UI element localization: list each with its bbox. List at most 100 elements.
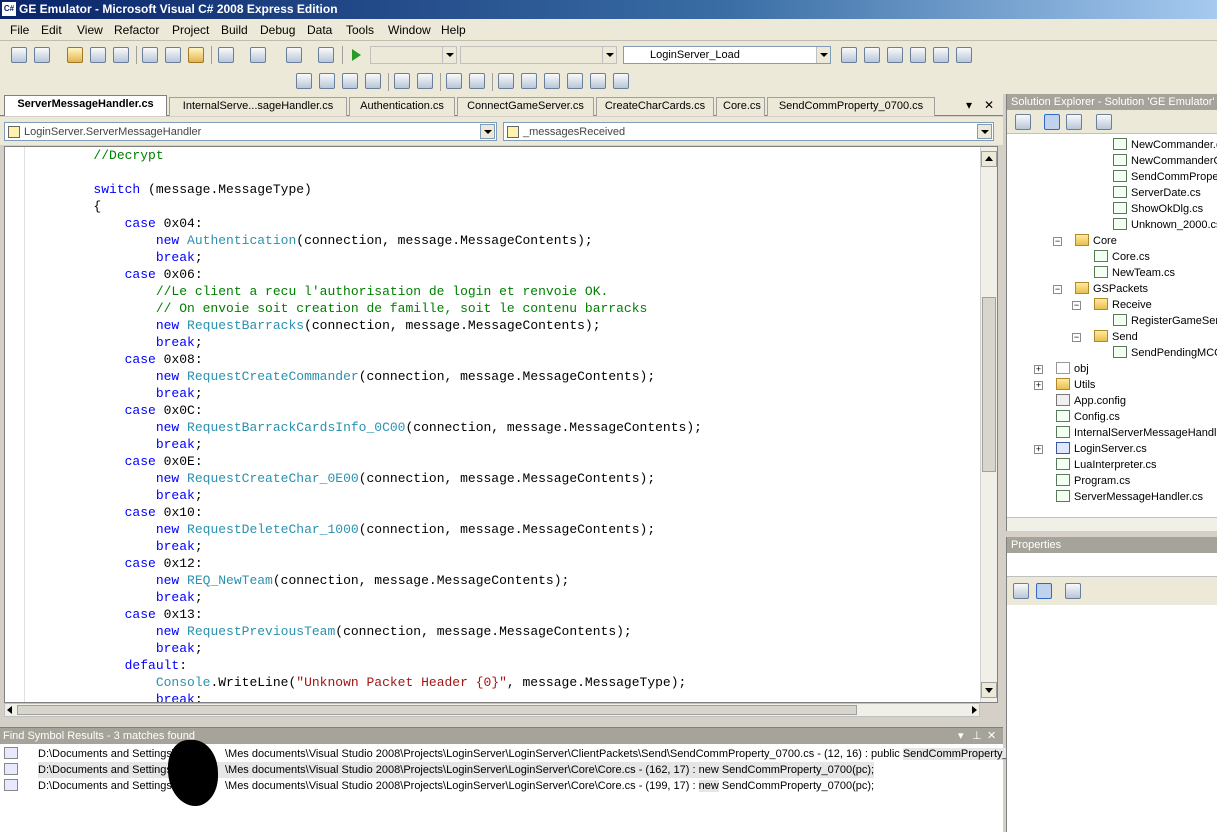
tree-node[interactable]: Send (1094, 329, 1138, 345)
properties-object-selector[interactable] (1007, 553, 1217, 577)
tab-servermessagehandler[interactable]: ServerMessageHandler.cs (4, 95, 167, 116)
code-line[interactable]: break; (31, 589, 203, 606)
start-debugging-icon[interactable] (348, 47, 364, 63)
editor-vertical-scrollbar[interactable] (980, 147, 997, 702)
collapse-icon[interactable]: − (1072, 333, 1081, 342)
scroll-right-icon[interactable] (972, 706, 977, 714)
code-line[interactable]: case 0x08: (31, 351, 203, 368)
panel-dropdown-icon[interactable]: ▾ (958, 728, 964, 744)
tree-node[interactable]: ServerMessageHandler.cs (1056, 489, 1203, 505)
collapse-icon[interactable]: − (1072, 301, 1081, 310)
toggle-bookmark-icon[interactable] (498, 73, 514, 89)
code-line[interactable]: break; (31, 538, 203, 555)
tree-node[interactable]: RegisterGameServer. (1113, 313, 1217, 329)
find-icon[interactable] (841, 47, 857, 63)
navigate-forward-icon[interactable] (318, 47, 334, 63)
tree-node[interactable]: GSPackets (1075, 281, 1148, 297)
menu-help[interactable]: Help (441, 23, 466, 37)
tab-authentication[interactable]: Authentication.cs (349, 97, 455, 116)
code-line[interactable]: case 0x04: (31, 215, 203, 232)
tree-node[interactable]: InternalServerMessageHandle (1056, 425, 1217, 441)
new-project-icon[interactable] (11, 47, 27, 63)
menu-view[interactable]: View (77, 23, 103, 37)
scroll-up-icon[interactable] (981, 151, 997, 167)
copy-icon[interactable] (165, 47, 181, 63)
code-line[interactable]: new RequestPreviousTeam(connection, mess… (31, 623, 632, 640)
increase-indent-icon[interactable] (417, 73, 433, 89)
menu-project[interactable]: Project (172, 23, 209, 37)
previous-bookmark-icon[interactable] (521, 73, 537, 89)
save-all-icon[interactable] (113, 47, 129, 63)
solution-configuration-select[interactable] (370, 46, 457, 64)
tab-createcharcards[interactable]: CreateCharCards.cs (596, 97, 714, 116)
code-line[interactable]: new RequestBarrackCardsInfo_0C00(connect… (31, 419, 702, 436)
menu-refactor[interactable]: Refactor (114, 23, 159, 37)
scroll-thumb[interactable] (17, 705, 857, 715)
member-selector[interactable]: _messagesReceived (503, 122, 994, 141)
tree-node[interactable]: Utils (1056, 377, 1095, 393)
categorized-icon[interactable] (1013, 583, 1029, 599)
code-line[interactable]: new RequestCreateChar_0E00(connection, m… (31, 470, 655, 487)
code-line[interactable]: new Authentication(connection, message.M… (31, 232, 593, 249)
scroll-down-icon[interactable] (981, 682, 997, 698)
code-editor[interactable]: //Decrypt switch (message.MessageType) {… (4, 146, 998, 703)
next-bookmark-icon[interactable] (544, 73, 560, 89)
tree-node[interactable]: ServerDate.cs (1113, 185, 1201, 201)
tree-node[interactable]: App.config (1056, 393, 1126, 409)
properties-icon[interactable] (1015, 114, 1031, 130)
start-page-icon[interactable] (933, 47, 949, 63)
clear-bookmarks-icon[interactable] (613, 73, 629, 89)
tree-node[interactable]: NewTeam.cs (1094, 265, 1175, 281)
alphabetical-icon[interactable] (1036, 583, 1052, 599)
code-line[interactable]: switch (message.MessageType) (31, 181, 311, 198)
solution-explorer-icon[interactable] (864, 47, 880, 63)
quick-info-icon[interactable] (342, 73, 358, 89)
decrease-indent-icon[interactable] (394, 73, 410, 89)
code-line[interactable]: case 0x0C: (31, 402, 203, 419)
code-line[interactable]: break; (31, 436, 203, 453)
uncomment-lines-icon[interactable] (469, 73, 485, 89)
tab-sendcommproperty[interactable]: SendCommProperty_0700.cs (767, 97, 935, 116)
indicator-margin[interactable] (5, 147, 25, 702)
code-line[interactable]: case 0x13: (31, 606, 203, 623)
show-all-files-icon[interactable] (1044, 114, 1060, 130)
code-line[interactable]: break; (31, 334, 203, 351)
menu-tools[interactable]: Tools (346, 23, 374, 37)
menu-debug[interactable]: Debug (260, 23, 295, 37)
code-line[interactable]: default: (31, 657, 187, 674)
tree-node[interactable]: SendPendingMCC.cs (1113, 345, 1217, 361)
type-selector[interactable]: LoginServer.ServerMessageHandler (4, 122, 497, 141)
previous-bookmark-folder-icon[interactable] (567, 73, 583, 89)
scroll-thumb[interactable] (982, 297, 996, 472)
code-line[interactable]: case 0x0E: (31, 453, 203, 470)
code-line[interactable]: new RequestDeleteChar_1000(connection, m… (31, 521, 655, 538)
code-line[interactable]: case 0x10: (31, 504, 203, 521)
solution-platform-select[interactable] (460, 46, 617, 64)
menu-file[interactable]: File (10, 23, 29, 37)
collapse-icon[interactable]: − (1053, 285, 1062, 294)
next-bookmark-folder-icon[interactable] (590, 73, 606, 89)
tree-node[interactable]: LuaInterpreter.cs (1056, 457, 1157, 473)
expand-icon[interactable]: + (1034, 365, 1043, 374)
code-text-area[interactable]: //Decrypt switch (message.MessageType) {… (31, 147, 981, 702)
navigate-backward-icon[interactable] (286, 47, 302, 63)
tree-node[interactable]: Program.cs (1056, 473, 1130, 489)
parameter-info-icon[interactable] (319, 73, 335, 89)
toolbar-options-icon[interactable] (956, 47, 972, 63)
properties-window-icon[interactable] (887, 47, 903, 63)
solution-tree[interactable]: NewCommander.cs NewCommanderOK.cs SendComm… (1007, 135, 1217, 517)
tree-node[interactable]: ShowOkDlg.cs (1113, 201, 1203, 217)
save-icon[interactable] (90, 47, 106, 63)
undo-icon[interactable] (218, 47, 234, 63)
code-line[interactable]: { (31, 198, 101, 215)
menu-build[interactable]: Build (221, 23, 248, 37)
find-result-item[interactable]: D:\Documents and Settings\ \Mes documents… (38, 762, 875, 778)
view-code-icon[interactable] (1096, 114, 1112, 130)
tab-list-dropdown-icon[interactable]: ▾ (966, 98, 972, 112)
code-line[interactable]: break; (31, 640, 203, 657)
code-line[interactable]: Console.WriteLine("Unknown Packet Header… (31, 674, 687, 691)
tree-node[interactable]: Unknown_2000.cs (1113, 217, 1217, 233)
scroll-left-icon[interactable] (7, 706, 12, 714)
code-line[interactable]: new RequestBarracks(connection, message.… (31, 317, 601, 334)
redo-icon[interactable] (250, 47, 266, 63)
